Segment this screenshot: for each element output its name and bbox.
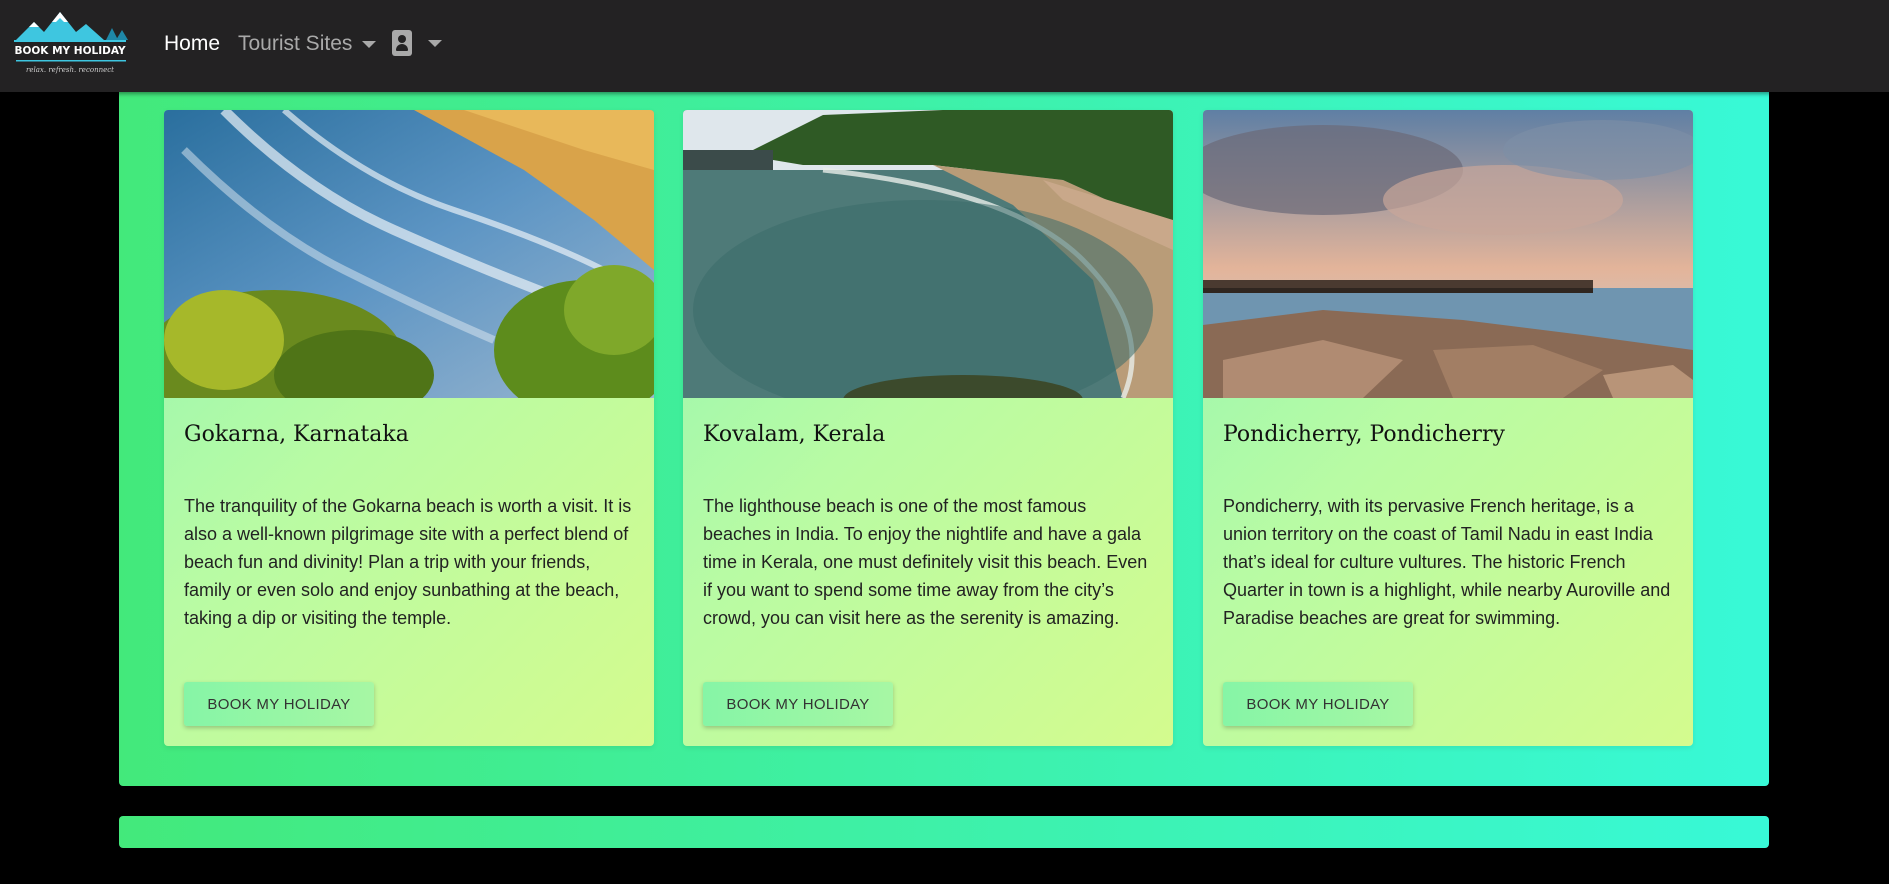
svg-text:relax. refresh. reconnect: relax. refresh. reconnect [26, 66, 114, 74]
card-title: Kovalam, Kerala [703, 422, 886, 447]
destination-card: Pondicherry, Pondicherry Pondicherry, wi… [1203, 110, 1693, 746]
destinations-section: Gokarna, Karnataka The tranquility of th… [119, 92, 1769, 786]
nav-home-link[interactable]: Home [164, 32, 220, 56]
card-description: The lighthouse beach is one of the most … [703, 496, 1148, 628]
gokarna-beach-image [164, 110, 654, 398]
card-title: Pondicherry, Pondicherry [1223, 422, 1505, 447]
contact-card-icon [392, 30, 412, 56]
chevron-down-icon [362, 40, 377, 48]
destination-card: Gokarna, Karnataka The tranquility of th… [164, 110, 654, 746]
destination-card: Kovalam, Kerala The lighthouse beach is … [683, 110, 1173, 746]
card-title: Gokarna, Karnataka [184, 422, 409, 447]
book-holiday-button[interactable]: BOOK MY HOLIDAY [1223, 682, 1413, 726]
svg-text:BOOK MY HOLIDAY: BOOK MY HOLIDAY [14, 45, 126, 57]
pondicherry-pier-image [1203, 110, 1693, 398]
brand-logo[interactable]: BOOK MY HOLIDAY relax. refresh. reconnec… [12, 8, 130, 80]
kovalam-beach-image [683, 110, 1173, 398]
card-description: The tranquility of the Gokarna beach is … [184, 496, 632, 628]
navbar: BOOK MY HOLIDAY relax. refresh. reconnec… [0, 0, 1889, 92]
chevron-down-icon [428, 39, 442, 47]
card-description: Pondicherry, with its pervasive French h… [1223, 496, 1671, 628]
profile-dropdown[interactable] [392, 30, 442, 56]
book-holiday-button[interactable]: BOOK MY HOLIDAY [184, 682, 374, 726]
book-holiday-button[interactable]: BOOK MY HOLIDAY [703, 682, 893, 726]
tourist-sites-label: Tourist Sites [238, 32, 353, 55]
tourist-sites-dropdown[interactable]: Tourist Sites [238, 32, 377, 56]
footer-bar [119, 816, 1769, 848]
